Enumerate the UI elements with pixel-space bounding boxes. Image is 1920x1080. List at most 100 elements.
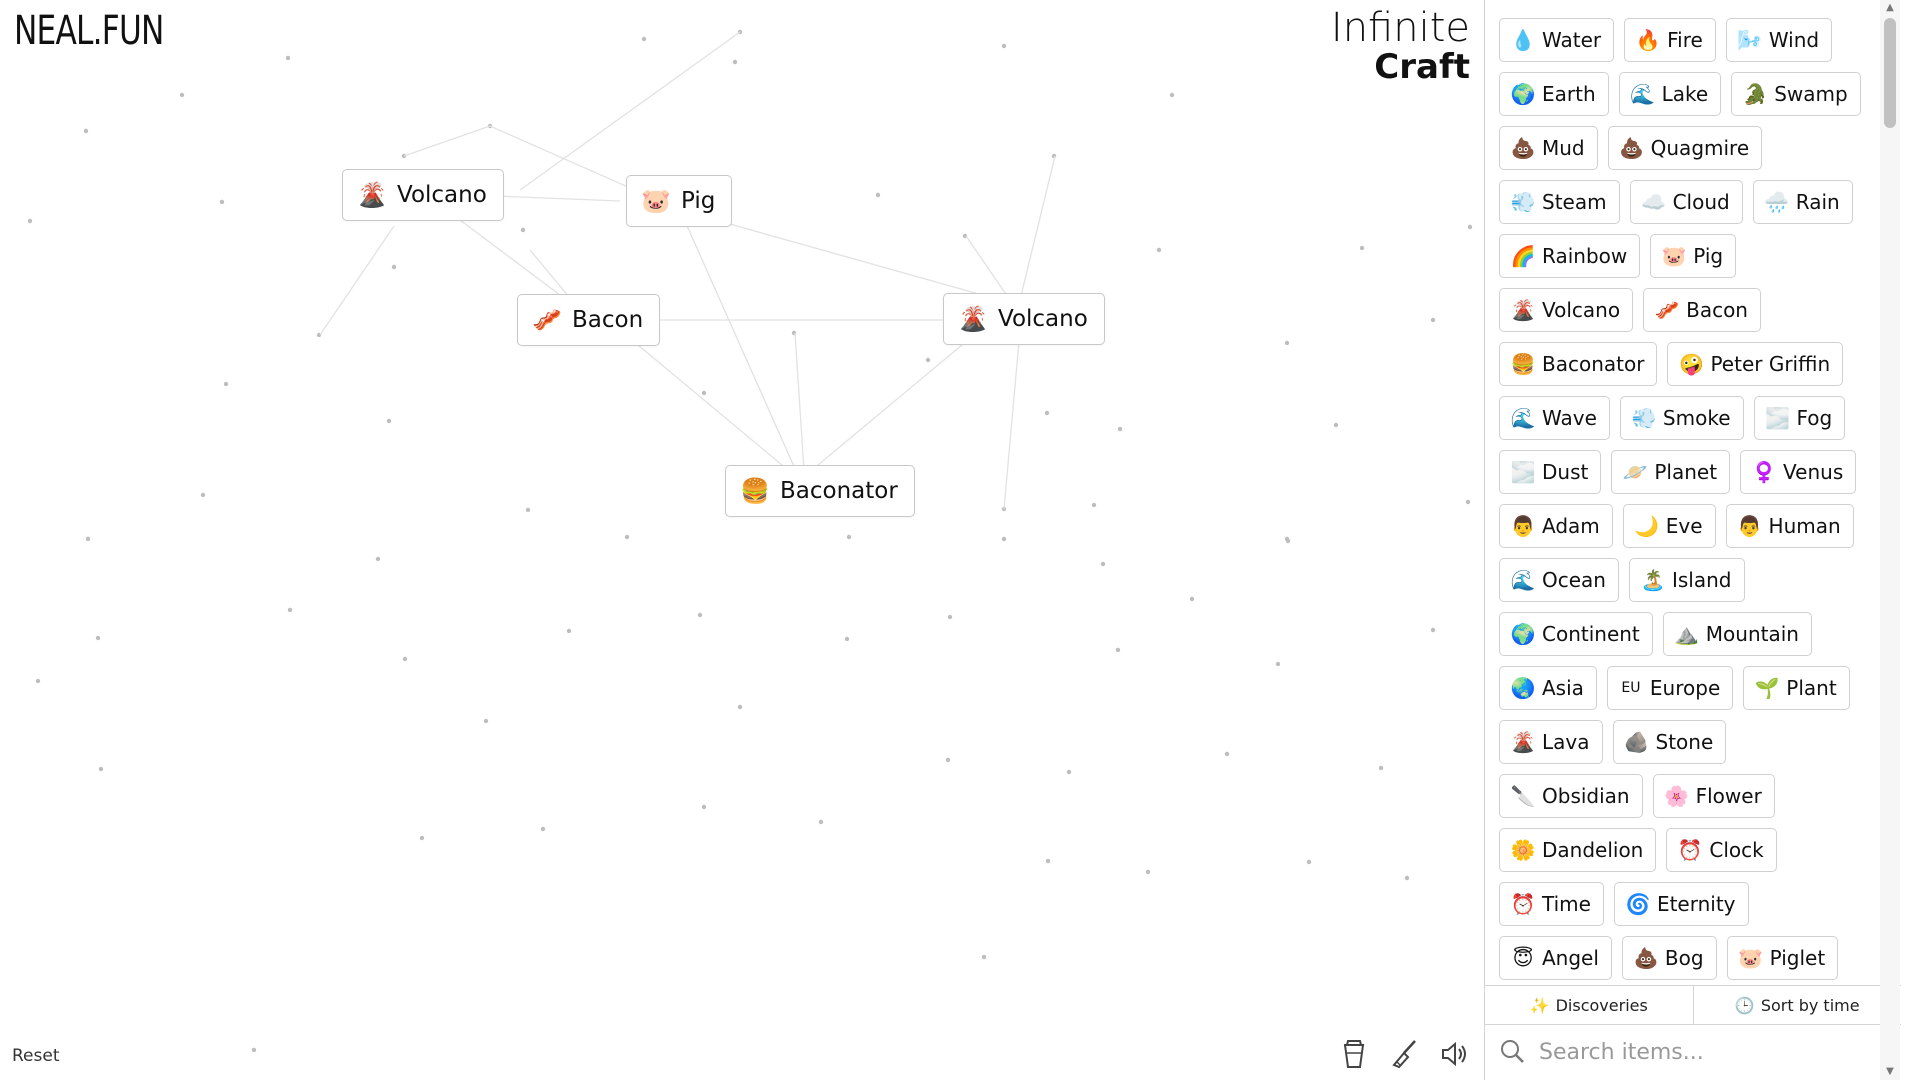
sidebar-item[interactable]: 🌊 Lake bbox=[1618, 72, 1722, 116]
sidebar-item[interactable]: 🌈 Rainbow bbox=[1499, 234, 1641, 278]
background-dot bbox=[1284, 536, 1290, 542]
sidebar-item[interactable]: 🌍 Continent bbox=[1499, 612, 1653, 656]
item-label: Bacon bbox=[1686, 298, 1748, 322]
background-dot bbox=[1066, 769, 1072, 775]
sidebar-item[interactable]: ♀️ Venus bbox=[1740, 450, 1857, 494]
sidebar-item[interactable]: 🌸 Flower bbox=[1652, 774, 1775, 818]
scroll-down-arrow[interactable]: ▼ bbox=[1880, 1064, 1900, 1080]
sidebar-item[interactable]: ☁️ Cloud bbox=[1629, 180, 1743, 224]
sidebar-item[interactable]: 🌬️ Wind bbox=[1725, 18, 1833, 62]
background-dot bbox=[219, 199, 225, 205]
sidebar-item[interactable]: 🌏 Asia bbox=[1499, 666, 1597, 710]
background-dot bbox=[1404, 875, 1410, 881]
sound-icon[interactable] bbox=[1438, 1038, 1470, 1070]
craft-canvas[interactable]: NEAL.FUN Infinite Craft 🌋 Volcano 🐷 Pig … bbox=[0, 0, 1484, 1080]
sidebar-item[interactable]: 🌫️ Fog bbox=[1753, 396, 1846, 440]
sidebar-item[interactable]: 💩 Mud bbox=[1499, 126, 1598, 170]
sidebar-item[interactable]: 🍔 Baconator bbox=[1499, 342, 1658, 386]
sidebar-item[interactable]: 🌼 Dandelion bbox=[1499, 828, 1657, 872]
sidebar-item[interactable]: 👨 Human bbox=[1725, 504, 1854, 548]
search-input[interactable] bbox=[1537, 1039, 1861, 1066]
sidebar-item[interactable]: EU Europe bbox=[1606, 666, 1734, 710]
sort-label: Sort by time bbox=[1760, 995, 1860, 1015]
sidebar-item[interactable]: 🌙 Eve bbox=[1622, 504, 1716, 548]
item-emoji-icon: 👨 bbox=[1510, 514, 1536, 538]
sidebar-item[interactable]: 👨 Adam bbox=[1499, 504, 1613, 548]
sidebar-item[interactable]: 💨 Steam bbox=[1499, 180, 1620, 224]
sidebar-item[interactable]: 🌧️ Rain bbox=[1752, 180, 1853, 224]
sidebar-item[interactable]: 🌫️ Dust bbox=[1499, 450, 1602, 494]
item-label: Eve bbox=[1665, 514, 1703, 538]
item-label: Adam bbox=[1542, 514, 1600, 538]
sidebar-item[interactable]: 🥓 Bacon bbox=[1643, 288, 1761, 332]
sidebar-item[interactable]: 🔪 Obsidian bbox=[1499, 774, 1643, 818]
scroll-up-arrow[interactable]: ▲ bbox=[1880, 0, 1900, 16]
background-dot bbox=[945, 757, 951, 763]
sidebar-item[interactable]: ⏰ Time bbox=[1499, 882, 1604, 926]
item-label: Cloud bbox=[1672, 190, 1730, 214]
item-emoji-icon: 🌊 bbox=[1510, 406, 1536, 430]
canvas-item-volcano-2[interactable]: 🌋 Volcano bbox=[943, 293, 1105, 345]
sidebar-item[interactable]: 🏝️ Island bbox=[1628, 558, 1745, 602]
neal-fun-logo[interactable]: NEAL.FUN bbox=[14, 8, 164, 54]
sidebar-item[interactable]: 🌀 Eternity bbox=[1613, 882, 1749, 926]
item-emoji-icon: ⏰ bbox=[1510, 892, 1536, 916]
item-label: Rain bbox=[1795, 190, 1840, 214]
reset-button[interactable]: Reset bbox=[12, 1046, 60, 1066]
background-dot bbox=[737, 704, 743, 710]
sidebar-item[interactable]: 🐷 Piglet bbox=[1726, 936, 1839, 980]
background-dot bbox=[98, 766, 104, 772]
sidebar-item[interactable]: 💩 Bog bbox=[1621, 936, 1717, 980]
sidebar-item[interactable]: 🐷 Pig bbox=[1650, 234, 1737, 278]
background-dot bbox=[540, 826, 546, 832]
background-dot bbox=[520, 227, 526, 233]
background-dot bbox=[1430, 627, 1436, 633]
discoveries-button[interactable]: ✨ Discoveries bbox=[1485, 986, 1693, 1024]
canvas-item-pig[interactable]: 🐷 Pig bbox=[626, 175, 733, 227]
broom-icon[interactable] bbox=[1388, 1038, 1420, 1070]
sidebar-item[interactable]: 🪨 Stone bbox=[1612, 720, 1727, 764]
sparkle-icon: ✨ bbox=[1529, 995, 1550, 1015]
sidebar-item[interactable]: 😇 Angel bbox=[1499, 936, 1612, 980]
item-emoji-icon: 😇 bbox=[1512, 946, 1534, 970]
item-label: Quagmire bbox=[1650, 136, 1750, 160]
sidebar-item[interactable]: 🌱 Plant bbox=[1743, 666, 1850, 710]
canvas-item-volcano[interactable]: 🌋 Volcano bbox=[342, 169, 504, 221]
sidebar-item[interactable]: 🌋 Lava bbox=[1499, 720, 1603, 764]
pig-icon: 🐷 bbox=[641, 187, 671, 215]
sidebar-item[interactable]: 🌍 Earth bbox=[1499, 72, 1609, 116]
item-label: Continent bbox=[1542, 622, 1640, 646]
connection-line bbox=[319, 225, 395, 336]
background-dot bbox=[200, 492, 206, 498]
background-dot bbox=[1430, 317, 1436, 323]
canvas-item-bacon[interactable]: 🥓 Bacon bbox=[517, 294, 661, 346]
sidebar-item[interactable]: 🪐 Planet bbox=[1611, 450, 1731, 494]
sidebar-item[interactable]: ⏰ Clock bbox=[1666, 828, 1777, 872]
cup-icon[interactable] bbox=[1338, 1038, 1370, 1070]
search-icon bbox=[1499, 1038, 1525, 1068]
item-emoji-icon: 🍔 bbox=[1510, 352, 1536, 376]
scrollbar-thumb[interactable] bbox=[1884, 18, 1896, 128]
sidebar-item[interactable]: ⛰️ Mountain bbox=[1662, 612, 1812, 656]
sidebar-item[interactable]: 🐊 Swamp bbox=[1731, 72, 1861, 116]
sidebar-item[interactable]: 🤪 Peter Griffin bbox=[1667, 342, 1844, 386]
sort-by-time-button[interactable]: 🕒 Sort by time bbox=[1692, 986, 1902, 1024]
canvas-item-baconator[interactable]: 🍔 Baconator bbox=[725, 465, 915, 517]
sidebar-item[interactable]: 🌋 Volcano bbox=[1499, 288, 1634, 332]
sidebar-item[interactable]: 💨 Smoke bbox=[1619, 396, 1744, 440]
item-emoji-icon: 🌱 bbox=[1754, 676, 1780, 700]
sidebar-scrollbar[interactable]: ▲ ▼ bbox=[1880, 0, 1900, 1080]
sidebar-item[interactable]: 🌊 Ocean bbox=[1499, 558, 1619, 602]
sidebar-item[interactable]: 🌊 Wave bbox=[1499, 396, 1610, 440]
canvas-item-label: Volcano bbox=[998, 306, 1088, 332]
sidebar-item[interactable]: 💩 Quagmire bbox=[1607, 126, 1763, 170]
clock-icon: 🕒 bbox=[1734, 995, 1755, 1015]
item-emoji-icon: ♀️ bbox=[1751, 460, 1777, 484]
sidebar-item[interactable]: 🔥 Fire bbox=[1624, 18, 1716, 62]
item-emoji-icon: ☁️ bbox=[1641, 190, 1667, 214]
connection-line bbox=[1003, 329, 1021, 510]
sidebar-item[interactable]: 💧 Water bbox=[1499, 18, 1615, 62]
background-dot bbox=[1001, 43, 1007, 49]
background-dot bbox=[287, 607, 293, 613]
item-emoji-icon: 🌧️ bbox=[1764, 190, 1790, 214]
